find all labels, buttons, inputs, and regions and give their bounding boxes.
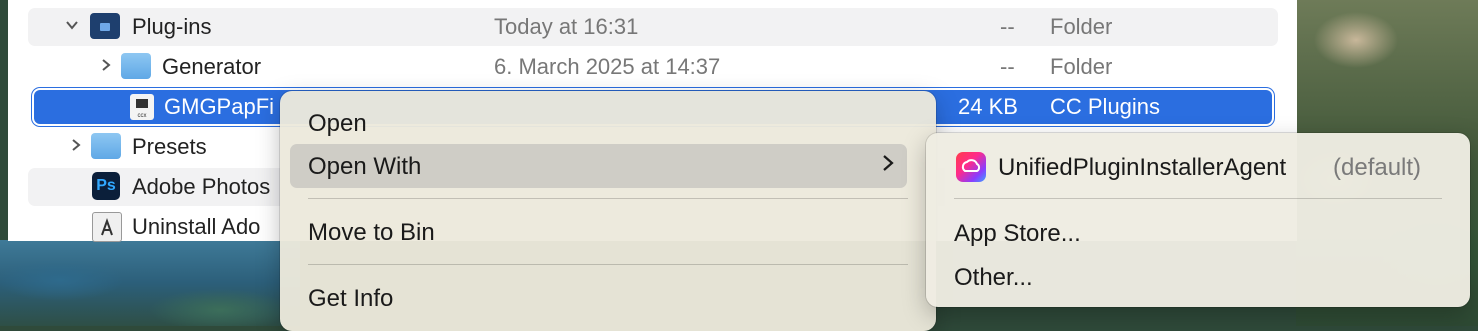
submenu-item-label: UnifiedPluginInstallerAgent [998, 154, 1287, 181]
menu-item-get-info[interactable]: Get Info [290, 276, 907, 320]
creative-cloud-icon [956, 152, 986, 182]
menu-item-label: Open [308, 110, 367, 137]
context-menu: Open Open With Move to Bin Get Info [280, 91, 936, 331]
folder-icon [121, 53, 151, 79]
submenu-item-app-store[interactable]: App Store... [936, 211, 1460, 255]
file-name: Adobe Photos [132, 174, 271, 199]
file-row-plug-ins[interactable]: Plug-ins Today at 16:31 -- Folder [28, 8, 1278, 46]
menu-item-move-to-bin[interactable]: Move to Bin [290, 210, 907, 254]
file-date: Today at 16:31 [494, 14, 639, 39]
submenu-item-label: Other... [954, 264, 1033, 291]
file-row-generator[interactable]: Generator 6. March 2025 at 14:37 -- Fold… [28, 48, 1278, 86]
menu-item-label: Get Info [308, 285, 394, 312]
svg-text:ccx: ccx [138, 113, 147, 119]
file-kind: Folder [1050, 54, 1113, 79]
chevron-down-icon[interactable] [64, 17, 80, 33]
file-kind: CC Plugins [1050, 94, 1161, 119]
file-date: 6. March 2025 at 14:37 [494, 54, 721, 79]
menu-item-label: Open With [308, 153, 422, 180]
menu-item-open-with[interactable]: Open With [290, 144, 907, 188]
default-suffix: (default) [1333, 154, 1422, 181]
menu-separator [308, 198, 908, 199]
file-name: Uninstall Ado [132, 214, 261, 239]
menu-item-label: Move to Bin [308, 219, 435, 246]
file-kind: Folder [1050, 14, 1113, 39]
chevron-right-icon[interactable] [98, 57, 114, 73]
folder-icon [91, 133, 121, 159]
plugin-file-icon: ccx [130, 94, 154, 120]
chevron-right-icon[interactable] [68, 137, 84, 153]
menu-separator [308, 264, 908, 265]
wallpaper-bottom [0, 240, 300, 326]
menu-item-open[interactable]: Open [290, 101, 907, 145]
uninstaller-icon [92, 212, 122, 242]
open-with-submenu: UnifiedPluginInstallerAgent (default) Ap… [926, 133, 1470, 307]
file-size: -- [1000, 14, 1015, 39]
file-name: GMGPapFi [164, 94, 275, 119]
submenu-item-label: App Store... [954, 220, 1081, 247]
file-name: Presets [132, 134, 207, 159]
folder-icon [90, 13, 120, 39]
file-name: Plug-ins [132, 14, 212, 39]
menu-separator [954, 198, 1442, 199]
submenu-item-default-app[interactable]: UnifiedPluginInstallerAgent (default) [936, 145, 1460, 189]
submenu-item-other[interactable]: Other... [936, 255, 1460, 299]
chevron-right-icon [881, 152, 895, 181]
photoshop-icon: Ps [92, 172, 120, 200]
file-name: Generator [162, 54, 262, 79]
file-size: -- [1000, 54, 1015, 79]
file-size: 24 KB [958, 94, 1018, 119]
